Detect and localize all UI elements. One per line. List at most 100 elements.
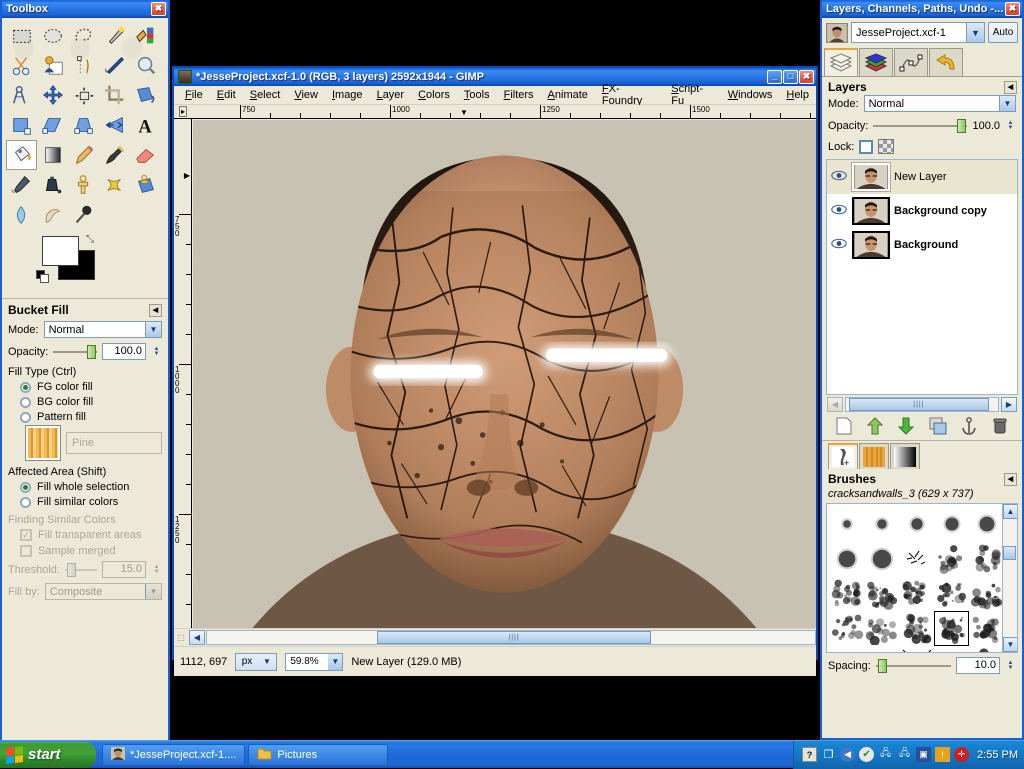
scroll-track[interactable]: ||||	[206, 630, 816, 645]
brush-scroll-thumb[interactable]	[1003, 546, 1016, 560]
radio-icon[interactable]	[20, 481, 31, 493]
free-select-tool[interactable]	[68, 20, 99, 50]
new-layer-button[interactable]	[833, 416, 855, 436]
brush-item[interactable]	[969, 576, 1004, 611]
shear-tool[interactable]	[37, 110, 68, 140]
color-picker-tool[interactable]	[99, 50, 130, 80]
smudge-tool[interactable]	[37, 200, 68, 230]
monitor-icon[interactable]: ▣	[916, 747, 932, 762]
radio-icon[interactable]	[20, 496, 31, 508]
menu-tools[interactable]: Tools	[457, 87, 497, 103]
dodge-burn-tool[interactable]	[68, 200, 99, 230]
taskbar-item-pictures[interactable]: Pictures	[248, 743, 389, 766]
canvas-horizontal-scrollbar[interactable]: ⬚ ◀ ||||	[174, 628, 816, 646]
menu-view[interactable]: View	[287, 87, 325, 103]
auto-button[interactable]: Auto	[988, 22, 1018, 43]
foreground-select-tool[interactable]	[37, 50, 68, 80]
fill-type-bg[interactable]: BG color fill	[20, 396, 162, 408]
scroll-thumb[interactable]: ||||	[377, 631, 651, 644]
brush-item[interactable]	[864, 576, 899, 611]
eye-icon[interactable]	[830, 170, 848, 184]
duplicate-layer-button[interactable]	[927, 416, 949, 436]
brush-item[interactable]	[829, 506, 864, 541]
tab-gradients[interactable]	[890, 443, 920, 469]
horizontal-ruler[interactable]: 750 1000 1250 1500 ▼	[192, 105, 816, 119]
layer-row[interactable]: Background copy	[827, 194, 1017, 228]
clone-tool[interactable]	[68, 170, 99, 200]
paths-tool[interactable]	[68, 50, 99, 80]
delete-layer-button[interactable]	[989, 416, 1011, 436]
brush-item[interactable]	[829, 541, 864, 576]
network-disconnected-icon[interactable]: 🖧	[878, 747, 893, 762]
brush-item[interactable]	[934, 576, 969, 611]
layer-opacity-stepper[interactable]: ▲ ▼	[1005, 117, 1016, 134]
crop-tool[interactable]	[99, 80, 130, 110]
scale-tool[interactable]	[6, 110, 37, 140]
unit-select[interactable]: px ▼	[235, 652, 278, 671]
scissors-select-tool[interactable]	[6, 50, 37, 80]
chevron-down-icon[interactable]: ▼	[966, 23, 984, 42]
raise-layer-button[interactable]	[864, 416, 886, 436]
close-icon[interactable]: ✖	[799, 69, 814, 84]
menu-windows[interactable]: Windows	[721, 87, 780, 103]
blend-tool[interactable]	[37, 140, 68, 170]
security-shield-icon[interactable]: ✛	[954, 747, 970, 762]
dock-titlebar[interactable]: Layers, Channels, Paths, Undo -... ✖	[822, 0, 1022, 18]
brush-item[interactable]	[864, 541, 899, 576]
menu-help[interactable]: Help	[779, 87, 816, 103]
chevron-down-icon[interactable]: ▼	[328, 653, 343, 670]
image-select[interactable]: JesseProject.xcf-1 ▼	[851, 22, 985, 43]
radio-icon[interactable]	[20, 381, 31, 393]
fill-type-fg[interactable]: FG color fill	[20, 381, 162, 393]
brush-item[interactable]	[829, 646, 864, 652]
tab-undo-history[interactable]	[929, 48, 963, 76]
opacity-stepper[interactable]: ▲ ▼	[151, 343, 162, 360]
radio-icon[interactable]	[20, 396, 31, 408]
radio-icon[interactable]	[20, 411, 31, 423]
mode-select[interactable]: Normal ▼	[43, 321, 162, 338]
menu-arrow-icon[interactable]: ▸	[178, 106, 187, 117]
tab-layers[interactable]	[824, 48, 858, 76]
perspective-tool[interactable]	[68, 110, 99, 140]
brush-item[interactable]	[864, 646, 899, 652]
pencil-tool[interactable]	[68, 140, 99, 170]
menu-file[interactable]: File	[178, 87, 210, 103]
image-thumbnail[interactable]	[826, 22, 848, 43]
window-icon[interactable]: ❐	[821, 747, 836, 762]
layer-list[interactable]: New Layer Background copy Background	[826, 159, 1018, 395]
move-tool[interactable]	[37, 80, 68, 110]
brush-grid[interactable]: ▲ ▼	[826, 503, 1018, 653]
spacing-stepper[interactable]: ▲ ▼	[1005, 657, 1016, 674]
scroll-left-button[interactable]: ◀	[189, 630, 205, 645]
affected-whole-selection[interactable]: Fill whole selection	[20, 481, 162, 493]
menu-select[interactable]: Select	[243, 87, 288, 103]
menu-image[interactable]: Image	[325, 87, 370, 103]
brushes-panel-menu-icon[interactable]: ◀	[1004, 472, 1017, 486]
airbrush-tool[interactable]	[6, 170, 37, 200]
brush-item[interactable]	[969, 646, 1004, 652]
brush-scroll-down-button[interactable]: ▼	[1003, 637, 1017, 652]
eraser-tool[interactable]	[130, 140, 161, 170]
fuzzy-select-tool[interactable]	[99, 20, 130, 50]
brush-item[interactable]	[899, 611, 934, 646]
perspective-clone-tool[interactable]	[130, 170, 161, 200]
opacity-value[interactable]: 100.0	[102, 343, 146, 360]
rect-select-tool[interactable]	[6, 20, 37, 50]
blur-sharpen-tool[interactable]	[6, 200, 37, 230]
menu-layer[interactable]: Layer	[370, 87, 412, 103]
start-button[interactable]: start	[0, 741, 96, 768]
layer-list-scrollbar[interactable]: ◀ |||| ▶	[826, 397, 1018, 412]
flip-tool[interactable]	[99, 110, 130, 140]
fill-type-pattern[interactable]: Pattern fill	[20, 411, 162, 423]
measure-tool[interactable]	[6, 80, 37, 110]
dock-close-icon[interactable]: ✖	[1005, 1, 1020, 16]
spacing-slider[interactable]	[875, 658, 951, 673]
vertical-ruler[interactable]: 750 1000 1250 ▶	[174, 119, 192, 628]
chevron-down-icon[interactable]: ▼	[145, 322, 161, 337]
brush-item[interactable]	[934, 541, 969, 576]
brush-item[interactable]	[969, 611, 1004, 646]
affected-similar-colors[interactable]: Fill similar colors	[20, 496, 162, 508]
eye-icon[interactable]	[830, 204, 848, 218]
warning-icon[interactable]: !	[935, 747, 951, 762]
pattern-swatch[interactable]	[25, 425, 61, 461]
